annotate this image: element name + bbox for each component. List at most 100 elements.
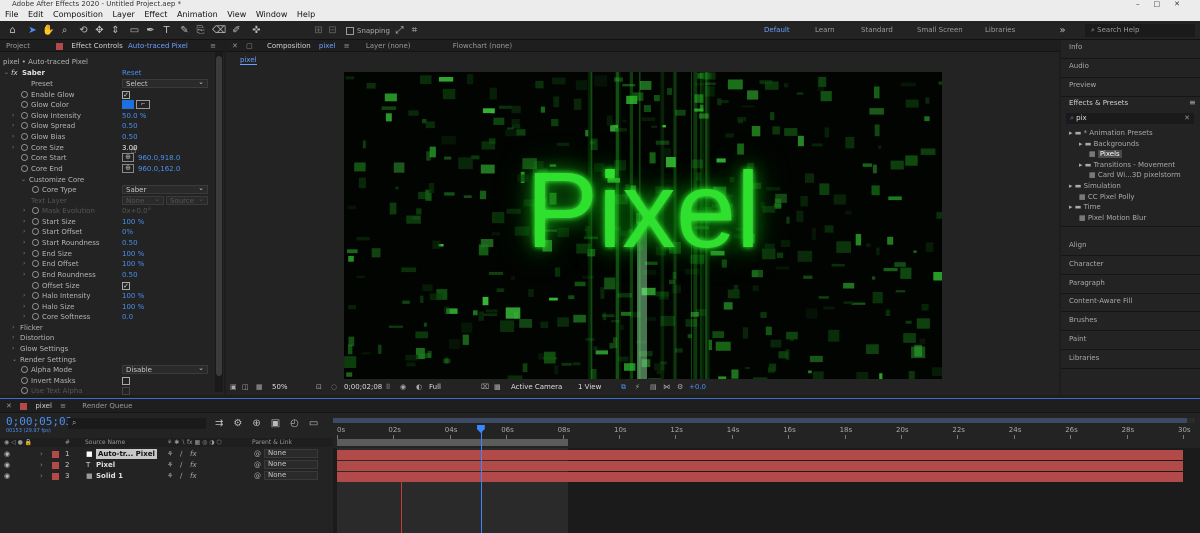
snapshot-icon[interactable]: ⌷ <box>386 380 390 394</box>
twirl-icon[interactable]: › <box>23 312 25 322</box>
prop-core-type[interactable]: Core Type Saber <box>0 184 214 195</box>
reset-link[interactable]: Reset <box>122 68 142 78</box>
layer-switch-fx-icon[interactable]: fx <box>190 471 197 481</box>
grid-icon[interactable]: ▦ <box>256 380 263 394</box>
snapping-checkbox[interactable] <box>346 27 354 35</box>
stopwatch-icon[interactable] <box>32 271 39 278</box>
prop-mask-evolution[interactable]: › Mask Evolution 0x+0.0° <box>0 206 214 216</box>
prop-preset[interactable]: Preset Select <box>0 78 214 89</box>
prop-core-size[interactable]: › Core Size 3.00 ☝ <box>0 143 214 156</box>
menu-view[interactable]: View <box>227 10 246 19</box>
panel-effects-presets[interactable]: Effects & Presets <box>1069 99 1128 107</box>
pan-camera-icon[interactable]: ✥ <box>93 24 106 37</box>
panel-preview[interactable]: Preview <box>1069 81 1096 89</box>
twirl-icon[interactable]: › <box>23 217 25 227</box>
layer-row[interactable]: ◉ › 3 ■ Solid 1 ⚘ ∕ fx @ None <box>0 471 333 481</box>
twirl-icon[interactable]: › <box>12 111 14 121</box>
prop-dropdown[interactable]: None <box>122 195 164 205</box>
visibility-eye-icon[interactable]: ◉ <box>4 449 10 459</box>
stopwatch-icon[interactable] <box>21 101 28 108</box>
prop-enable-glow[interactable]: Enable Glow ✓ <box>0 90 214 100</box>
panel-paint[interactable]: Paint <box>1069 335 1086 343</box>
stopwatch-icon[interactable] <box>21 91 28 98</box>
prop-checkbox[interactable] <box>122 387 130 395</box>
brush-tool-icon[interactable]: ✎ <box>178 24 191 37</box>
panel-brushes[interactable]: Brushes <box>1069 316 1097 324</box>
prop-halo-intensity[interactable]: › Halo Intensity 100 % <box>0 291 214 301</box>
flowchart-icon[interactable]: ⋈ <box>663 380 670 394</box>
twirl-icon[interactable]: › <box>23 238 25 248</box>
prop-checkbox[interactable]: ✓ <box>122 282 130 290</box>
prop-glow-bias[interactable]: › Glow Bias 0.50 <box>0 132 214 142</box>
prop-value[interactable]: 960.0,918.0 <box>138 153 180 163</box>
region-of-interest-icon[interactable]: ◫ <box>242 380 249 394</box>
layer-switch-fx-icon[interactable]: fx <box>190 449 197 459</box>
preset-tree-item[interactable]: ▸ ▬ Transitions - Movement <box>1079 161 1175 169</box>
prop-value[interactable]: 0.50 <box>122 270 138 280</box>
crosshair-icon[interactable]: ⊕ <box>122 164 134 173</box>
window-controls[interactable]: –□✕ <box>1136 0 1194 9</box>
eraser-tool-icon[interactable]: ⌫ <box>212 24 226 37</box>
effect-controls-scrollbar[interactable] <box>215 52 223 392</box>
safe-margins-icon[interactable]: ⊡ <box>316 380 322 394</box>
panel-menu-icon[interactable]: ≡ <box>344 42 350 50</box>
layer-row[interactable]: ◉ › 1 ■ Auto-tr... Pixel ⚘ ∕ fx @ None <box>0 449 333 459</box>
hand-tool-icon[interactable]: ✋ <box>42 24 55 37</box>
layer-row[interactable]: ◉ › 2 T Pixel ⚘ ∕ fx @ None <box>0 460 333 470</box>
stopwatch-icon[interactable] <box>21 144 28 151</box>
twirl-icon[interactable]: › <box>23 291 25 301</box>
prop-dropdown-secondary[interactable]: Source <box>166 195 208 205</box>
prop-dropdown[interactable]: Saber <box>122 184 208 194</box>
twirl-icon[interactable]: › <box>23 249 25 259</box>
exposure-reset-icon[interactable]: ⚙ <box>677 380 683 394</box>
time-ruler[interactable]: 0s 02s 04s 06s 08s 10s 12s 14s 16s 18s 20s 22s 24s 26… <box>0 398 1200 448</box>
current-time-indicator[interactable] <box>480 425 482 533</box>
twirl-icon[interactable]: › <box>40 449 43 459</box>
prop-value[interactable]: 0x+0.0° <box>122 206 151 216</box>
axis-world-icon[interactable]: ⊟ <box>326 24 339 37</box>
work-area-bar[interactable] <box>337 439 569 446</box>
panel-character[interactable]: Character <box>1069 260 1104 268</box>
visibility-eye-icon[interactable]: ◉ <box>4 471 10 481</box>
twirl-icon[interactable]: ⌄ <box>21 175 26 185</box>
layer-switch-quality-icon[interactable]: ∕ <box>180 449 182 459</box>
prop-core-end[interactable]: Core End ⊕ 960.0,162.0 <box>0 164 214 174</box>
prop-offset-size[interactable]: Offset Size ✓ <box>0 281 214 291</box>
dolly-camera-icon[interactable]: ⇕ <box>109 24 122 37</box>
prop-start-roundness[interactable]: › Start Roundness 0.50 <box>0 238 214 248</box>
twirl-icon[interactable]: › <box>23 206 25 216</box>
color-swatch[interactable] <box>122 100 134 109</box>
layer-label-color[interactable] <box>52 462 59 469</box>
stopwatch-icon[interactable] <box>21 377 28 384</box>
twirl-icon[interactable]: ⌄ <box>12 355 17 365</box>
selection-tool-icon[interactable]: ➤ <box>26 24 39 37</box>
twirl-icon[interactable]: › <box>12 143 14 153</box>
zoom-tool-icon[interactable]: ⌕ <box>58 24 71 37</box>
panel-menu-icon[interactable]: ≡ <box>1189 98 1196 107</box>
prop-value[interactable]: 0.50 <box>122 132 138 142</box>
menu-window[interactable]: Window <box>256 10 288 19</box>
stopwatch-icon[interactable] <box>21 387 28 394</box>
lock-icon[interactable]: ▢ <box>246 42 253 50</box>
menu-layer[interactable]: Layer <box>113 10 135 19</box>
stopwatch-icon[interactable] <box>32 260 39 267</box>
twirl-icon[interactable]: › <box>12 333 14 343</box>
twirl-icon[interactable]: › <box>12 132 14 142</box>
prop-glow-spread[interactable]: › Glow Spread 0.50 <box>0 121 214 131</box>
prop-core-start[interactable]: Core Start ⊕ 960.0,918.0 <box>0 153 214 163</box>
stopwatch-icon[interactable] <box>32 239 39 246</box>
layer-switch-fx-icon[interactable]: fx <box>190 460 197 470</box>
prop-start-offset[interactable]: › Start Offset 0% <box>0 227 214 237</box>
workspace-small-screen[interactable]: Small Screen <box>917 26 963 34</box>
stopwatch-icon[interactable] <box>32 313 39 320</box>
comp-breadcrumb[interactable]: pixel <box>240 56 257 65</box>
tab-effect-controls[interactable]: Effect Controls <box>71 42 122 50</box>
menu-edit[interactable]: Edit <box>28 10 44 19</box>
twirl-down-icon[interactable]: ⌄ <box>4 68 9 78</box>
toggle-pixel-aspect-icon[interactable]: ⧉ <box>621 380 626 394</box>
prop-end-size[interactable]: › End Size 100 % <box>0 249 214 259</box>
timeline-icon[interactable]: ▤ <box>650 380 657 394</box>
prop-use-text-alpha[interactable]: Use Text Alpha <box>0 386 214 396</box>
prop-render-settings[interactable]: ⌄ Render Settings <box>0 355 214 365</box>
workspace-learn[interactable]: Learn <box>815 26 835 34</box>
